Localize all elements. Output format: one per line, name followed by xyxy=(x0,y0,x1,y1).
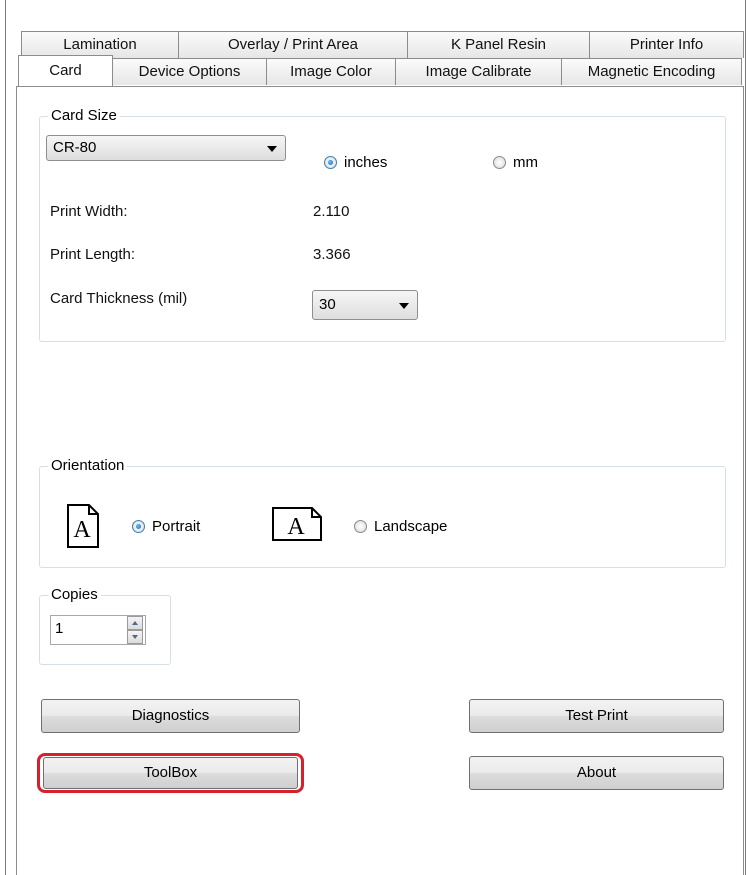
tab-image-color[interactable]: Image Color xyxy=(266,58,396,85)
radio-landscape-label: Landscape xyxy=(374,518,448,535)
radio-dot-icon xyxy=(354,520,367,533)
about-button[interactable]: About xyxy=(469,756,724,790)
print-width-value: 2.110 xyxy=(313,203,350,220)
card-size-legend: Card Size xyxy=(48,107,120,125)
radio-mm-label: mm xyxy=(513,154,538,171)
test-print-button[interactable]: Test Print xyxy=(469,699,724,733)
printer-properties-dialog: Lamination Overlay / Print Area K Panel … xyxy=(5,0,746,875)
card-thickness-label: Card Thickness (mil) xyxy=(50,290,188,307)
landscape-page-icon: A xyxy=(272,507,322,541)
tab-device-options[interactable]: Device Options xyxy=(112,58,267,85)
card-thickness-value: 30 xyxy=(319,296,336,313)
copies-legend: Copies xyxy=(48,586,101,604)
portrait-page-icon: A xyxy=(67,504,99,548)
landscape-glyph: A xyxy=(287,514,305,540)
radio-dot-icon xyxy=(132,520,145,533)
copies-increment-button[interactable] xyxy=(127,616,143,630)
arrow-up-icon xyxy=(132,621,138,625)
card-size-select[interactable]: CR-80 xyxy=(46,135,286,161)
print-width-label: Print Width: xyxy=(50,203,128,220)
diagnostics-button[interactable]: Diagnostics xyxy=(41,699,300,733)
radio-inches-label: inches xyxy=(344,154,388,171)
card-size-value: CR-80 xyxy=(53,139,97,156)
tab-lamination[interactable]: Lamination xyxy=(21,31,179,58)
chevron-down-icon xyxy=(267,146,277,152)
arrow-down-icon xyxy=(132,635,138,639)
tab-row-front: Card Device Options Image Color Image Ca… xyxy=(18,55,742,86)
radio-inches[interactable]: inches xyxy=(324,154,387,171)
chevron-down-icon xyxy=(399,303,409,309)
radio-dot-icon xyxy=(324,156,337,169)
copies-decrement-button[interactable] xyxy=(127,630,143,644)
tab-image-calibrate[interactable]: Image Calibrate xyxy=(395,58,562,85)
orientation-legend: Orientation xyxy=(48,457,128,475)
copies-value: 1 xyxy=(55,620,64,637)
toolbox-button[interactable]: ToolBox xyxy=(43,757,298,789)
radio-portrait[interactable]: Portrait xyxy=(132,518,200,535)
tab-magnetic-encoding[interactable]: Magnetic Encoding xyxy=(561,58,742,85)
card-thickness-select[interactable]: 30 xyxy=(312,290,418,320)
print-length-label: Print Length: xyxy=(50,246,136,263)
portrait-glyph: A xyxy=(73,517,91,543)
tab-printer-info[interactable]: Printer Info xyxy=(589,31,744,58)
tab-card[interactable]: Card xyxy=(18,55,113,86)
radio-mm[interactable]: mm xyxy=(493,154,538,171)
tab-overlay-print-area[interactable]: Overlay / Print Area xyxy=(178,31,408,58)
tab-k-panel-resin[interactable]: K Panel Resin xyxy=(407,31,590,58)
print-length-value: 3.366 xyxy=(313,246,351,263)
orientation-group: Orientation xyxy=(39,457,726,568)
radio-landscape[interactable]: Landscape xyxy=(354,518,447,535)
radio-portrait-label: Portrait xyxy=(152,518,201,535)
tab-row-back: Lamination Overlay / Print Area K Panel … xyxy=(21,31,744,58)
radio-dot-icon xyxy=(493,156,506,169)
